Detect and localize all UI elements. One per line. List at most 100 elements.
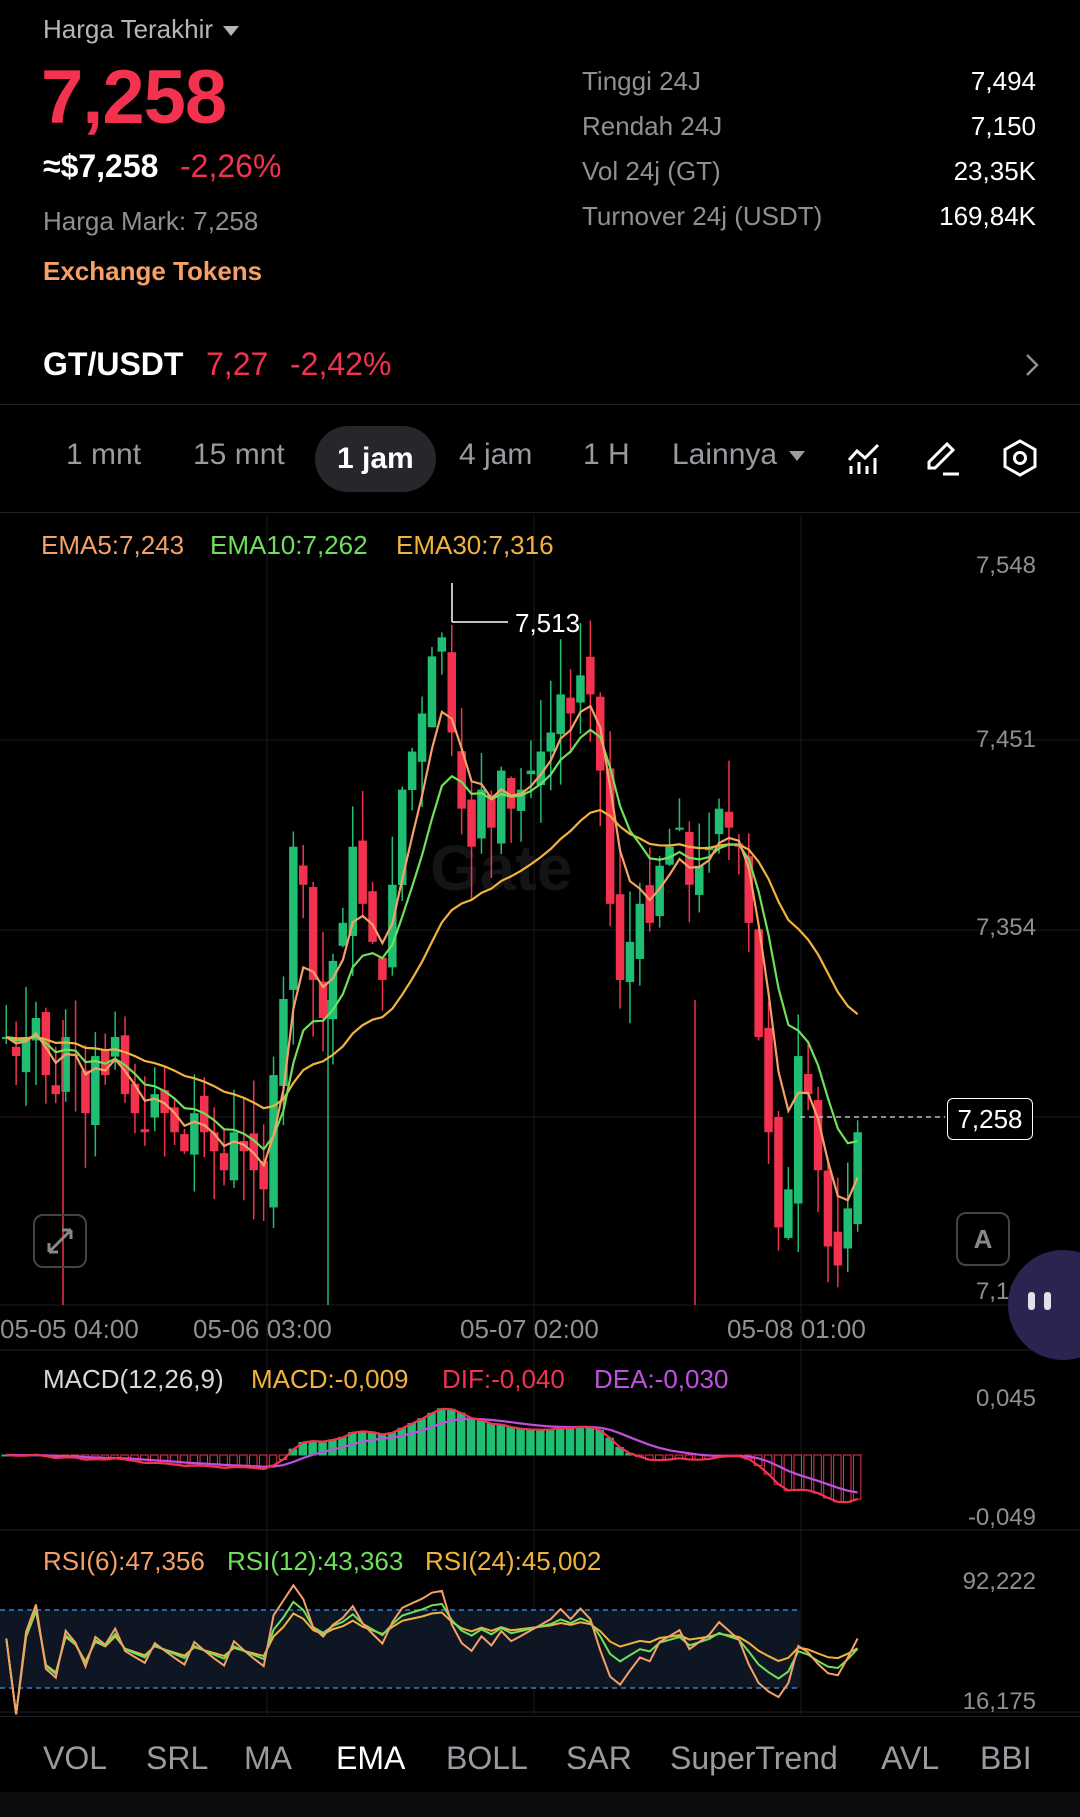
macd-bar [417, 1418, 426, 1456]
pair-change: -2,42% [290, 346, 392, 382]
stat-label-turnover: Turnover 24j (USDT) [582, 201, 823, 231]
settings-icon[interactable] [1001, 438, 1039, 478]
tab-avl[interactable]: AVL [881, 1740, 939, 1777]
stat-label-volume: Vol 24j (GT) [582, 156, 721, 186]
tab-15m[interactable]: 15 mnt [193, 438, 285, 472]
x-tick: 05-05 04:00 [0, 1314, 139, 1344]
macd-bar [486, 1423, 496, 1456]
candle-body [695, 865, 704, 895]
expand-icon [47, 1228, 73, 1254]
tab-ema[interactable]: EMA [336, 1740, 405, 1777]
macd-bar [565, 1427, 575, 1456]
candle-body [576, 675, 585, 703]
tab-1m[interactable]: 1 mnt [66, 438, 141, 472]
candle-body [477, 789, 486, 839]
candle-body [51, 1085, 60, 1095]
candle-body [338, 922, 348, 946]
tab-ma[interactable]: MA [244, 1740, 292, 1777]
macd-bar [526, 1429, 535, 1456]
macd-bar [150, 1454, 159, 1464]
tab-1d[interactable]: 1 H [583, 438, 630, 472]
handle-icon [1028, 1292, 1051, 1310]
macd-bar [575, 1426, 585, 1456]
candle-body [675, 827, 684, 830]
macd-bar [308, 1440, 317, 1456]
macd-bar [179, 1454, 189, 1467]
candle-body [546, 732, 555, 752]
candle-body [833, 1231, 843, 1266]
candle-body [81, 1070, 90, 1114]
high-price-label: 7,513 [515, 608, 581, 638]
floating-assistant-button[interactable] [1008, 1250, 1080, 1360]
macd-bar [447, 1408, 456, 1456]
candle-body [843, 1208, 852, 1249]
macd-bar [546, 1428, 555, 1456]
candle-body [299, 865, 308, 885]
tab-srl[interactable]: SRL [146, 1740, 208, 1777]
macd-dif: DIF:-0,040 [442, 1364, 565, 1394]
stat-value-volume: 23,35K [953, 156, 1036, 186]
draw-pencil-icon[interactable] [923, 440, 961, 476]
chevron-right-icon [1026, 354, 1039, 376]
tab-sar[interactable]: SAR [566, 1740, 632, 1777]
macd-bar [496, 1424, 505, 1456]
divider [0, 1716, 1080, 1717]
auto-scale-button[interactable]: A [956, 1212, 1010, 1266]
macd-bar [843, 1454, 852, 1503]
macd-bar [555, 1427, 565, 1456]
stat-value-low: 7,150 [970, 111, 1036, 141]
candle-body [378, 957, 387, 980]
exchange-tokens-link[interactable]: Exchange Tokens [43, 256, 262, 287]
candlesticks [2, 620, 862, 1305]
spot-pair-row[interactable]: GT/USDT 7,27 -2,42% [0, 330, 1080, 402]
last-price-selector[interactable]: Harga Terakhir [43, 14, 240, 45]
macd-bar [585, 1426, 595, 1456]
candle-body [229, 1132, 239, 1181]
fullscreen-button[interactable] [33, 1214, 87, 1268]
indicator-icon[interactable] [846, 440, 882, 476]
high-marker-line [451, 583, 508, 623]
divider [0, 512, 1080, 513]
candle-body [803, 1074, 813, 1095]
macd-panel [1, 1407, 862, 1504]
caret-down-icon [789, 451, 806, 462]
macd-bar [169, 1454, 179, 1465]
tab-4h[interactable]: 4 jam [459, 438, 532, 472]
stat-label-low: Rendah 24J [582, 111, 723, 141]
macd-bar [516, 1428, 525, 1456]
candle-body [566, 697, 575, 714]
macd-bar [476, 1419, 486, 1456]
tab-more[interactable]: Lainnya [672, 438, 806, 472]
candle-body [140, 1129, 150, 1133]
candle-body [497, 770, 506, 844]
candle-body [724, 811, 734, 828]
candle-body [556, 694, 565, 735]
macd-value: MACD:-0,009 [251, 1364, 409, 1394]
stat-label-high: Tinggi 24J [582, 66, 701, 96]
candle-body [714, 808, 724, 835]
tab-boll[interactable]: BOLL [446, 1740, 528, 1777]
ema5-line [5, 704, 859, 1202]
pair-price: 7,27 [206, 346, 269, 382]
rsi-y-bottom: 16,175 [962, 1688, 1036, 1715]
price-change-percent: -2,26% [180, 148, 282, 184]
macd-bar [833, 1454, 842, 1503]
mark-price: Harga Mark: 7,258 [43, 206, 259, 236]
rsi6: RSI(6):47,356 [43, 1546, 205, 1576]
tab-more-label: Lainnya [672, 438, 778, 471]
y-tick: 7,354 [975, 914, 1036, 941]
tab-bbi[interactable]: BBI [980, 1740, 1032, 1777]
macd-bar [803, 1454, 812, 1491]
macd-bar [536, 1429, 545, 1456]
ema10-legend: EMA10:7,262 [210, 530, 368, 560]
tab-vol[interactable]: VOL [43, 1740, 107, 1777]
macd-bar [813, 1454, 822, 1494]
price-chart[interactable]: Gate [0, 515, 1080, 1715]
candle-body [368, 891, 377, 942]
tab-supertrend[interactable]: SuperTrend [670, 1740, 838, 1777]
tab-1h[interactable]: 1 jam [315, 426, 436, 492]
candle-body [526, 770, 536, 775]
rsi24: RSI(24):45,002 [425, 1546, 602, 1576]
candle-body [180, 1134, 189, 1152]
grid-lines [0, 515, 1080, 1715]
